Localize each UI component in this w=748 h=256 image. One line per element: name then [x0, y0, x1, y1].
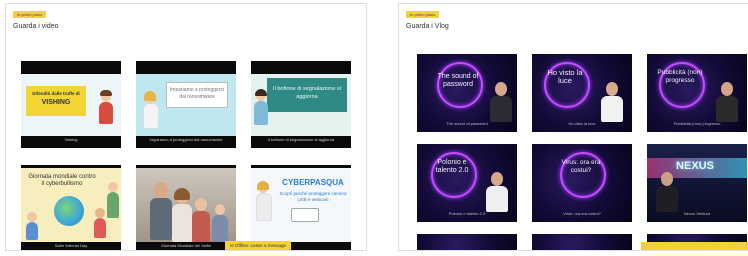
vlog-tile[interactable]	[532, 234, 632, 250]
video-caption: Giornata Mondiale dei Selfie	[160, 243, 212, 248]
vlog-caption: Virus: ora era costui?	[563, 211, 601, 216]
thumb-text: NEXUS	[676, 160, 714, 172]
video-tile[interactable]: Difenditi dalle truffe di VISHING Vishin…	[21, 61, 121, 148]
video-tile[interactable]: CYBERPASQUA Scopri perché proteggere cam…	[251, 165, 351, 250]
chat-toast[interactable]: ✉ Offline: Leave a message	[225, 241, 291, 250]
video-tile[interactable]: Giornata mondiale contro il cyberbullism…	[21, 165, 121, 250]
vlog-caption: The sound of password	[446, 121, 488, 126]
vlog-caption: Ho visto la luce	[568, 121, 596, 126]
video-tile[interactable]: Il bottone di segnalazione si aggiorna I…	[251, 61, 351, 148]
photo-person	[212, 204, 228, 242]
vlog-panel: In primo piano Guarda i Vlog The sound o…	[398, 3, 748, 251]
photo-person	[172, 188, 192, 242]
thumb-text: The sound of password	[437, 73, 479, 88]
cartoon-character	[253, 89, 269, 134]
thumb-text: Polonio e talento 2.0	[435, 159, 469, 174]
thumb-banner: Il bottone di segnalazione si aggiorna	[267, 78, 347, 112]
thumb-title: CYBERPASQUA	[282, 178, 344, 187]
video-thumbnail: Il bottone di segnalazione si aggiorna	[251, 74, 351, 136]
presenter	[655, 172, 679, 212]
thumb-text: Pubblicità (non) progresso	[657, 69, 703, 84]
thumb-text-strong: VISHING	[41, 99, 71, 106]
vlog-tile[interactable]: The sound of password The sound of passw…	[417, 54, 517, 132]
thumb-subtitle: Scopri perché proteggere camera USB e we…	[279, 191, 347, 202]
video-caption: Impariamo a proteggerci dal ransomware	[149, 137, 223, 142]
video-thumbnail	[136, 168, 236, 242]
video-thumbnail: Giornata mondiale contro il cyberbullism…	[21, 168, 121, 242]
thumb-text: Difenditi dalle truffe di	[32, 91, 80, 96]
vlog-caption: Pubblicità (non) progresso	[673, 121, 721, 126]
cartoon-character	[25, 212, 39, 242]
vlog-caption: Nexus Ventura	[683, 211, 711, 216]
thumb-text: Ho visto la luce	[547, 68, 583, 85]
video-thumbnail: CYBERPASQUA Scopri perché proteggere cam…	[251, 168, 351, 242]
globe-icon	[54, 196, 84, 226]
featured-tag: In primo piano	[13, 11, 47, 18]
vlog-tile[interactable]: Virus: ora era costui? Virus: ora era co…	[532, 144, 632, 222]
cartoon-character	[93, 208, 107, 240]
video-caption: Safer Internet Day	[54, 243, 88, 248]
photo-person	[150, 182, 172, 242]
cartoon-character	[142, 91, 159, 136]
cartoon-character	[97, 90, 115, 134]
video-thumbnail: Difenditi dalle truffe di VISHING	[21, 74, 121, 136]
vlog-tile[interactable]: Pubblicità (non) progresso Pubblicità (n…	[647, 54, 747, 132]
video-caption: Vishing	[64, 137, 78, 142]
video-panel: In primo piano Guarda i video Difenditi …	[5, 3, 367, 251]
presenter	[715, 82, 739, 122]
thumb-text: Virus: ora era costui?	[561, 159, 601, 174]
thumb-banner: Difenditi dalle truffe di VISHING	[26, 86, 86, 116]
video-tile[interactable]: Giornata Mondiale dei Selfie	[136, 165, 236, 250]
usb-icon	[291, 208, 319, 222]
vlog-tile[interactable]: Polonio e talento 2.0 Polonio e talento …	[417, 144, 517, 222]
vlog-tile[interactable]	[417, 234, 517, 250]
presenter	[485, 172, 509, 212]
video-tile[interactable]: Impariamo a proteggerci dal ransomware I…	[136, 61, 236, 148]
vlog-caption: Polonio e talento 2.0	[448, 211, 486, 216]
thumb-card: Impariamo a proteggerci dal ransomware	[166, 82, 228, 108]
vlog-tile[interactable]: NEXUS Nexus Ventura	[647, 144, 747, 222]
chat-bubble-icon: ✉	[230, 243, 234, 248]
featured-tag: In primo piano	[406, 11, 440, 18]
video-thumbnail: Impariamo a proteggerci dal ransomware	[136, 74, 236, 136]
chat-toast[interactable]	[641, 242, 748, 250]
video-caption: Il bottone di segnalazione si aggiorna	[267, 137, 335, 142]
presenter	[600, 82, 624, 122]
presenter	[489, 80, 513, 122]
thumb-text: Giornata mondiale contro il cyberbullism…	[28, 174, 96, 187]
cartoon-character	[255, 181, 272, 228]
photo-person	[192, 198, 210, 242]
panel-title: Guarda i Vlog	[406, 23, 449, 30]
cartoon-character	[107, 182, 120, 222]
vlog-tile[interactable]: Ho visto la luce Ho visto la luce	[532, 54, 632, 132]
panel-title: Guarda i video	[13, 23, 59, 30]
chat-toast-label: Offline: Leave a message	[235, 243, 286, 248]
